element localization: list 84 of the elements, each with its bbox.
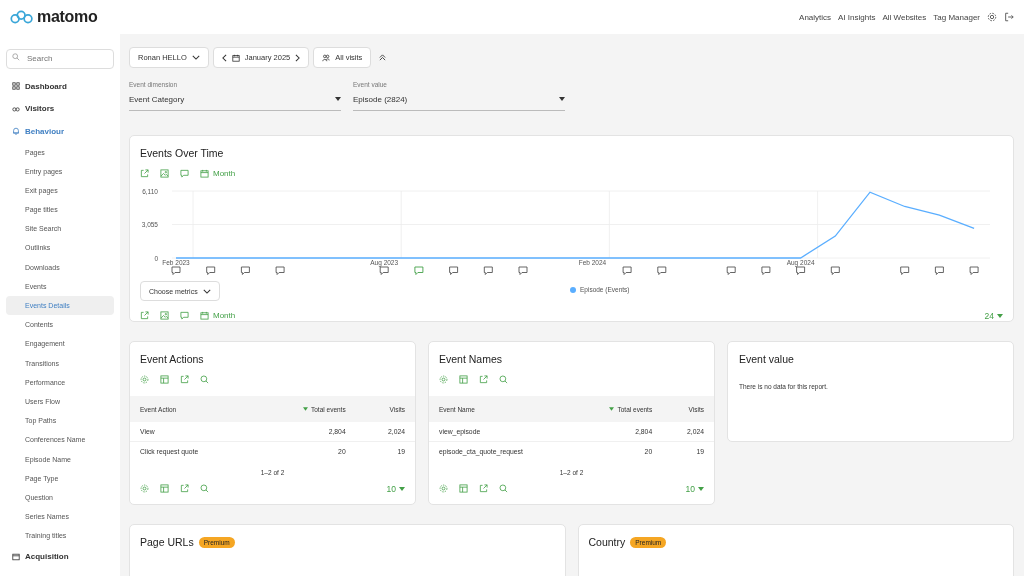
menu-category[interactable]: Acquisition [6, 545, 114, 568]
dropdown-arrow-icon [698, 486, 704, 491]
search-icon[interactable] [200, 484, 209, 493]
search-field[interactable]: Search [6, 48, 114, 69]
comment-icon[interactable] [180, 169, 189, 178]
nav-link[interactable]: All Websites [882, 12, 927, 22]
export-icon[interactable] [479, 375, 488, 384]
settings-icon[interactable] [987, 12, 997, 22]
annotation-icon[interactable] [379, 266, 389, 275]
card-title: Country [588, 536, 626, 548]
annotation-icon[interactable] [934, 266, 944, 275]
annotation-icon[interactable] [969, 266, 979, 275]
chevron-down-icon [202, 288, 211, 294]
menu-category[interactable]: Dashboard [6, 75, 114, 98]
logo-text[interactable]: matomo [37, 8, 98, 26]
people-icon [322, 53, 331, 62]
annotation-icon[interactable] [761, 266, 771, 275]
export-icon[interactable] [140, 169, 149, 178]
card-title: Event value [739, 353, 795, 365]
search-icon [12, 53, 20, 61]
dropdown-field[interactable]: Episode (2824) [353, 88, 565, 111]
sort-icon [303, 407, 308, 412]
annotation-icon[interactable] [240, 266, 250, 275]
card-title: Event Actions [139, 353, 205, 365]
table-icon[interactable] [459, 484, 468, 493]
card-title: Events Over Time [140, 147, 225, 159]
annotation-icon[interactable] [726, 266, 736, 275]
limit-selector[interactable]: 10 [685, 483, 704, 494]
annotation-icon[interactable] [622, 266, 632, 275]
calendar-icon [200, 311, 209, 320]
menu-category[interactable]: Visitors [6, 97, 114, 120]
limit-selector[interactable]: 24 [984, 310, 1003, 321]
annotation-icon[interactable] [900, 266, 910, 275]
annotation-icon[interactable] [830, 266, 840, 275]
annotation-icon[interactable] [449, 266, 459, 275]
menu-category[interactable]: Behaviour [6, 120, 114, 143]
annotation-icon[interactable] [657, 266, 667, 275]
dropdown-arrow-icon [335, 97, 341, 101]
chevron-down-icon [191, 55, 200, 60]
legend-dot [570, 286, 576, 293]
dropdown-arrow-icon [399, 486, 405, 491]
nav-link[interactable]: Analytics [799, 12, 832, 22]
sort-icon [609, 407, 615, 412]
previous-icon[interactable] [221, 53, 227, 62]
window-icon [12, 552, 20, 561]
next-icon[interactable] [295, 53, 301, 62]
card-title: Page URLs [140, 536, 194, 548]
table-icon[interactable] [459, 375, 468, 384]
dropdown-arrow-icon [559, 97, 565, 101]
annotation-icon[interactable] [483, 266, 493, 275]
nav-link[interactable]: AI Insights [838, 12, 876, 22]
dropdown-field[interactable]: Event Category [129, 88, 341, 111]
search-icon[interactable] [499, 484, 508, 493]
export-icon[interactable] [479, 484, 488, 493]
glasses-icon [12, 104, 20, 113]
table-icon[interactable] [160, 484, 169, 493]
export-icon[interactable] [180, 484, 189, 493]
export-icon[interactable] [180, 375, 189, 384]
logo-icon [10, 10, 34, 24]
dropdown-arrow-icon [997, 313, 1003, 318]
annotation-icon[interactable] [796, 266, 806, 275]
image-icon[interactable] [160, 311, 169, 320]
annotation-icon[interactable] [171, 266, 181, 275]
annotation-icon[interactable] [206, 266, 216, 275]
image-icon[interactable] [160, 169, 169, 178]
annotation-icon[interactable] [518, 266, 528, 275]
nav-link[interactable]: Tag Manager [933, 12, 980, 22]
calendar-icon [200, 169, 209, 178]
bell-icon [12, 127, 20, 136]
search-icon[interactable] [200, 375, 209, 384]
annotation-icon[interactable] [275, 266, 285, 275]
collapse-icon[interactable] [379, 54, 387, 61]
export-icon[interactable] [140, 311, 149, 320]
card-title: Event Names [438, 353, 504, 365]
period-button[interactable]: Month [200, 169, 236, 178]
table-icon[interactable] [160, 375, 169, 384]
period-button[interactable]: Month [200, 311, 236, 320]
limit-selector[interactable]: 10 [386, 483, 405, 494]
annotation-icon[interactable] [414, 266, 424, 275]
dashboard-icon [12, 82, 20, 91]
search-icon[interactable] [499, 375, 508, 384]
logout-icon[interactable] [1004, 12, 1014, 22]
comment-icon[interactable] [180, 311, 189, 320]
calendar-icon [231, 53, 240, 62]
